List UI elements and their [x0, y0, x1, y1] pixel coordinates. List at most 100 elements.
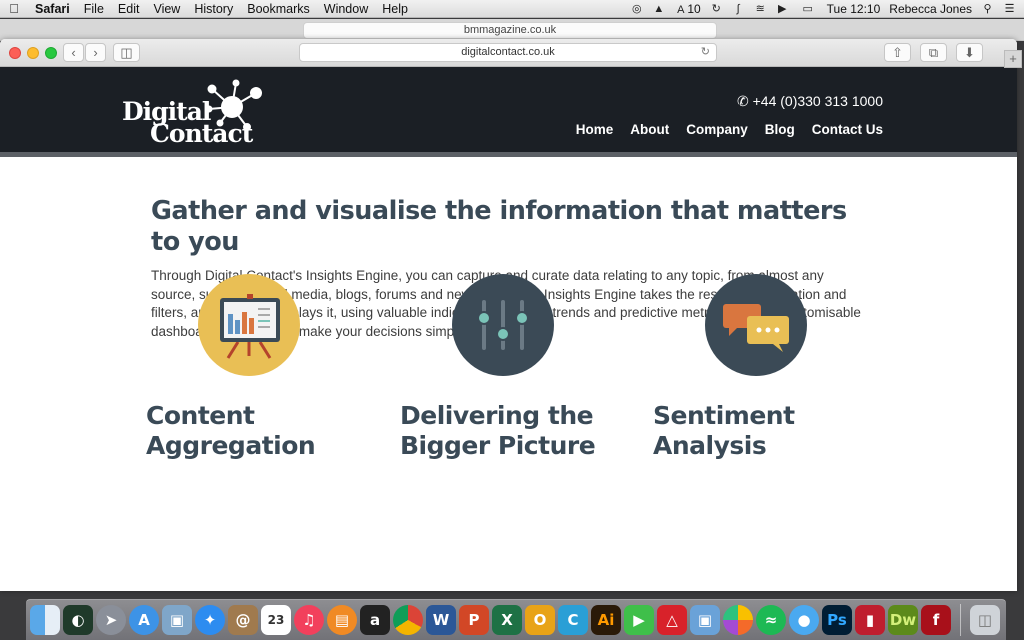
facetime-icon[interactable]: ▶: [624, 605, 654, 635]
excel-icon[interactable]: X: [492, 605, 522, 635]
outlook-icon[interactable]: O: [525, 605, 555, 635]
c-app-icon[interactable]: C: [558, 605, 588, 635]
fullscreen-window-button[interactable]: [45, 47, 57, 59]
adobe-status[interactable]: A 10: [674, 2, 701, 16]
nav-about[interactable]: About: [630, 122, 669, 137]
menu-history[interactable]: History: [187, 2, 240, 16]
apple-menu-icon[interactable]: : [0, 1, 28, 16]
phone-number[interactable]: ✆ +44 (0)330 313 1000: [737, 93, 883, 110]
creative-cloud-icon[interactable]: ◎: [630, 3, 643, 15]
nav-home[interactable]: Home: [576, 122, 614, 137]
user-name[interactable]: Rebecca Jones: [889, 2, 972, 16]
feature-title-line2: Bigger Picture: [400, 431, 596, 460]
logo-text-line2: Contact: [150, 119, 253, 148]
bluetooth-icon[interactable]: ∫: [732, 3, 745, 15]
photoshop-icon[interactable]: Ps: [822, 605, 852, 635]
ibooks-icon[interactable]: ▤: [327, 605, 357, 635]
phone-number-text: +44 (0)330 313 1000: [752, 93, 883, 109]
text-app-icon[interactable]: a: [360, 605, 390, 635]
contacts-icon[interactable]: @: [228, 605, 258, 635]
chat-bubbles-icon: [705, 274, 807, 376]
dock: ◐ ➤ A ▣ ✦ @ 23 ♫ ▤ a W P X O C Ai ▶ △ ▣ …: [26, 599, 1006, 640]
feature-title: Delivering the Bigger Picture: [400, 401, 596, 461]
wifi-icon[interactable]: ≊: [754, 3, 767, 15]
page-headline: Gather and visualise the information tha…: [151, 196, 847, 257]
app-store-icon[interactable]: A: [129, 605, 159, 635]
flash-icon[interactable]: f: [921, 605, 951, 635]
nav-contact-us[interactable]: Contact Us: [812, 122, 883, 137]
dock-separator: [960, 604, 961, 636]
dreamweaver-icon[interactable]: Dw: [888, 605, 918, 635]
background-browser-window: bmmagazine.co.uk: [0, 19, 1024, 41]
site-header: Digital Contact ✆ +44 (0)330 313 1000 Ho…: [0, 67, 1017, 157]
menu-bar:  Safari File Edit View History Bookmark…: [0, 0, 1024, 18]
phone-icon: ✆: [736, 93, 749, 109]
address-bar-url: digitalcontact.co.uk: [461, 46, 555, 58]
safari-icon[interactable]: ✦: [195, 605, 225, 635]
illustrator-icon[interactable]: Ai: [591, 605, 621, 635]
menu-help[interactable]: Help: [375, 2, 415, 16]
calendar-day: 23: [267, 613, 285, 627]
sidebar-toggle-icon[interactable]: ◫: [113, 43, 140, 62]
launchpad-icon[interactable]: ➤: [96, 605, 126, 635]
itunes-icon[interactable]: ♫: [294, 605, 324, 635]
spotlight-search-icon[interactable]: ⚲: [981, 3, 994, 15]
preview-2-icon[interactable]: ▣: [690, 605, 720, 635]
forward-button[interactable]: ›: [85, 43, 106, 62]
feature-title-line1: Sentiment: [653, 401, 795, 430]
sliders-icon: [452, 274, 554, 376]
back-button[interactable]: ‹: [63, 43, 84, 62]
presentation-board-icon: [198, 274, 300, 376]
filezilla-icon[interactable]: ▮: [855, 605, 885, 635]
drive-icon[interactable]: ▲: [652, 3, 665, 15]
acrobat-icon[interactable]: △: [657, 605, 687, 635]
browser-toolbar: ‹ › ◫ digitalcontact.co.uk ↻ ⇧ ⧉ ⬇: [0, 39, 1017, 67]
status-count: 10: [687, 2, 701, 16]
menu-window[interactable]: Window: [317, 2, 375, 16]
menu-app-safari[interactable]: Safari: [28, 2, 77, 16]
feature-title-line1: Content: [146, 401, 255, 430]
status-tray: ◎ ▲ A 10 ↻ ∫ ≊ ▶ ▭ Tue 12:10 Rebecca Jone…: [630, 0, 1016, 18]
tabs-overview-icon[interactable]: ⧉: [920, 43, 947, 62]
feature-title: Sentiment Analysis: [653, 401, 795, 461]
dashboard-icon[interactable]: ◐: [63, 605, 93, 635]
feature-title-line2: Aggregation: [146, 431, 316, 460]
adobe-icon: A: [677, 4, 685, 16]
reload-icon[interactable]: ↻: [701, 44, 710, 61]
feature-title: Content Aggregation: [146, 401, 316, 461]
menu-edit[interactable]: Edit: [111, 2, 147, 16]
powerpoint-icon[interactable]: P: [459, 605, 489, 635]
new-tab-button[interactable]: +: [1004, 50, 1022, 68]
volume-icon[interactable]: ▶: [776, 3, 789, 15]
messages-icon[interactable]: ●: [789, 605, 819, 635]
menu-view[interactable]: View: [146, 2, 187, 16]
calendar-icon[interactable]: 23: [261, 605, 291, 635]
spotify-icon[interactable]: ≈: [756, 605, 786, 635]
feature-title-line2: Analysis: [653, 431, 767, 460]
word-icon[interactable]: W: [426, 605, 456, 635]
close-window-button[interactable]: [9, 47, 21, 59]
nav-company[interactable]: Company: [686, 122, 748, 137]
main-nav: Home About Company Blog Contact Us: [576, 122, 883, 137]
finder-icon[interactable]: [30, 605, 60, 635]
menu-bookmarks[interactable]: Bookmarks: [240, 2, 317, 16]
browser-window: ‹ › ◫ digitalcontact.co.uk ↻ ⇧ ⧉ ⬇ Digit…: [0, 39, 1017, 591]
battery-icon[interactable]: ▭: [798, 3, 818, 15]
clock[interactable]: Tue 12:10: [827, 2, 881, 16]
background-address-bar[interactable]: bmmagazine.co.uk: [303, 22, 717, 39]
digital-contact-logo[interactable]: Digital Contact: [122, 79, 267, 149]
downloads-icon[interactable]: ⬇: [956, 43, 983, 62]
features-section: Content Aggregation Delivering the Bigge…: [146, 274, 866, 474]
share-icon[interactable]: ⇧: [884, 43, 911, 62]
menu-file[interactable]: File: [77, 2, 111, 16]
nav-blog[interactable]: Blog: [765, 122, 795, 137]
minimize-window-button[interactable]: [27, 47, 39, 59]
time-machine-icon[interactable]: ↻: [710, 3, 723, 15]
address-bar[interactable]: digitalcontact.co.uk ↻: [299, 43, 717, 62]
photos-icon[interactable]: [723, 605, 753, 635]
chrome-icon[interactable]: [393, 605, 423, 635]
preview-icon[interactable]: ▣: [162, 605, 192, 635]
notification-center-icon[interactable]: ☰: [1003, 3, 1016, 15]
feature-title-line1: Delivering the: [400, 401, 594, 430]
trash-icon[interactable]: ◫: [970, 605, 1000, 635]
